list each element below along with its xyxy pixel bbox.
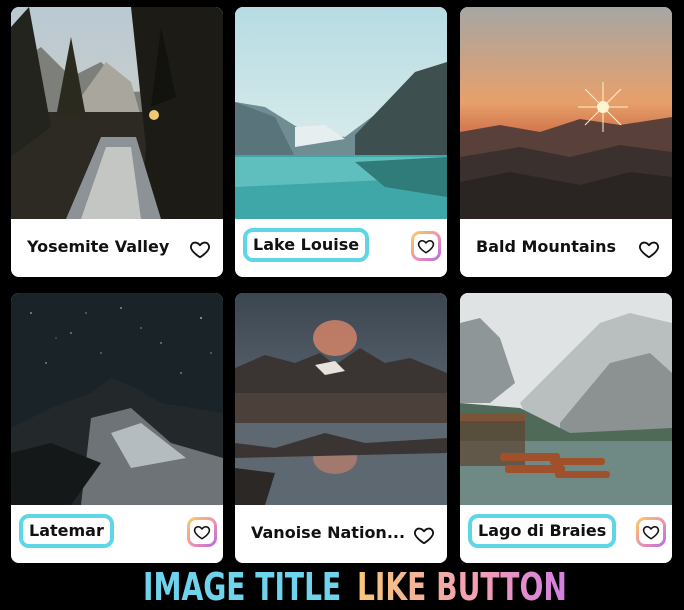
like-button[interactable] — [638, 238, 660, 260]
annotation-legend: IMAGE TITLE LIKE BUTTON — [0, 565, 684, 610]
heart-icon — [639, 241, 659, 259]
heart-icon — [414, 527, 434, 545]
photo-bald-mountains[interactable] — [460, 7, 672, 219]
photo-card[interactable]: Lago di Braies — [460, 293, 672, 563]
like-button-inner — [190, 520, 214, 544]
photo-card[interactable]: Lake Louise — [235, 7, 447, 277]
like-button-inner — [639, 520, 663, 544]
photo-grid: Yosemite Valley Lake Louise Bald Mountai… — [0, 0, 684, 565]
image-title: Lake Louise — [243, 228, 370, 262]
like-button[interactable] — [411, 231, 441, 261]
like-button[interactable] — [413, 524, 435, 546]
legend-image-title: IMAGE TITLE — [143, 565, 342, 609]
image-title: Yosemite Valley — [27, 237, 170, 256]
image-title: Bald Mountains — [476, 237, 617, 256]
photo-card[interactable]: Latemar — [11, 293, 223, 563]
card-caption: Bald Mountains — [460, 219, 672, 277]
card-caption: Lake Louise — [235, 219, 447, 277]
heart-icon — [190, 241, 210, 259]
card-caption: Latemar — [11, 505, 223, 563]
card-caption: Lago di Braies — [460, 505, 672, 563]
heart-icon — [193, 526, 211, 540]
legend-like-button: LIKE BUTTON — [357, 565, 567, 609]
heart-icon — [417, 240, 435, 254]
heart-icon — [642, 526, 660, 540]
like-button[interactable] — [187, 517, 217, 547]
photo-card[interactable]: Bald Mountains — [460, 7, 672, 277]
photo-latemar[interactable] — [11, 293, 223, 505]
photo-card[interactable]: Yosemite Valley — [11, 7, 223, 277]
photo-lake-louise[interactable] — [235, 7, 447, 219]
photo-yosemite-valley[interactable] — [11, 7, 223, 219]
photo-lago-di-braies[interactable] — [460, 293, 672, 505]
like-button[interactable] — [189, 238, 211, 260]
like-button[interactable] — [636, 517, 666, 547]
image-title: Latemar — [19, 514, 114, 548]
like-button-inner — [414, 234, 438, 258]
photo-card[interactable]: Vanoise Nation... — [235, 293, 447, 563]
card-caption: Vanoise Nation... — [235, 505, 447, 563]
card-caption: Yosemite Valley — [11, 219, 223, 277]
image-title: Vanoise Nation... — [251, 523, 406, 542]
image-title: Lago di Braies — [468, 514, 617, 548]
photo-vanoise-national-park[interactable] — [235, 293, 447, 505]
